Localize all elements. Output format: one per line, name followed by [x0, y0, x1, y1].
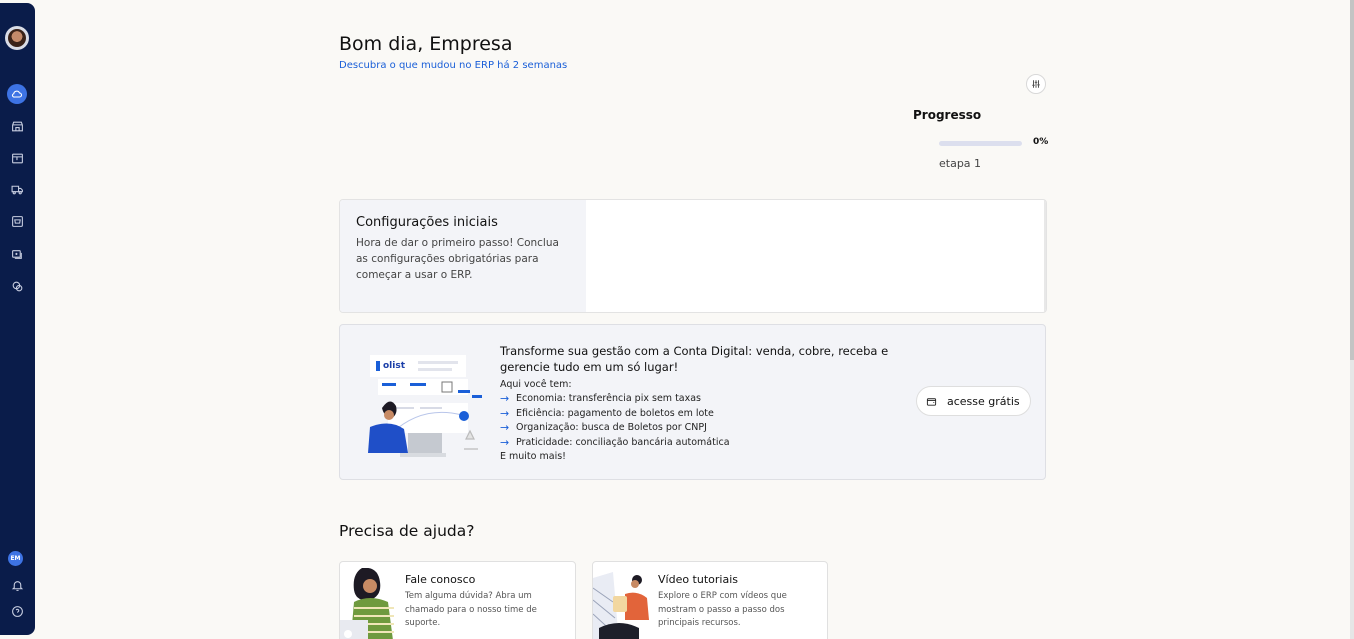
benefit-text: Eficiência: pagamento de boletos em lote — [516, 407, 714, 419]
promo-subtitle: Aqui você tem: — [500, 379, 572, 390]
sidebar-item-help[interactable] — [7, 601, 27, 621]
sidebar-item-accounts[interactable] — [7, 276, 27, 296]
sidebar-item-notifications[interactable] — [7, 575, 27, 595]
list-item: → Eficiência: pagamento de boletos em lot… — [500, 407, 900, 422]
bell-icon — [11, 580, 23, 591]
benefit-text: Economia: transferência pix sem taxas — [516, 393, 702, 404]
customize-button[interactable] — [1026, 74, 1046, 94]
video-tutorials-description: Explore o ERP com vídeos que mostram o p… — [658, 591, 787, 628]
progress-step: etapa 1 — [939, 157, 982, 170]
benefit-text: Praticidade: conciliação bancária automá… — [516, 436, 730, 448]
help-section-title: Precisa de ajuda? — [339, 522, 475, 540]
promo-content: Transforme sua gestão com a Conta Digita… — [500, 343, 900, 462]
store-icon — [11, 121, 23, 131]
promo-more: E muito mais! — [500, 451, 566, 462]
arrow-right-icon: → — [500, 435, 510, 449]
digital-account-illustration: olist — [368, 355, 482, 457]
progress-percent: 0% — [1033, 137, 1049, 147]
sidebar-item-products[interactable] — [7, 148, 27, 168]
list-item: → Organização: busca de Boletos por CNPJ — [500, 421, 900, 436]
free-access-button[interactable]: acesse grátis — [916, 386, 1031, 416]
arrow-right-icon: → — [500, 392, 510, 405]
progress-bar — [939, 141, 1022, 146]
video-tutorials-card[interactable]: Vídeo tutoriais Explore o ERP com vídeos… — [592, 561, 828, 639]
initial-config-intro: Configurações iniciais Hora de dar o pri… — [340, 200, 586, 312]
benefit-text: Organização: busca de Boletos por CNPJ — [516, 422, 707, 433]
initial-config-card: Configurações iniciais Hora de dar o pri… — [339, 199, 1047, 313]
digital-account-card: olist Transforme sua gestão com a Conta … — [339, 324, 1046, 480]
user-initials-badge[interactable]: EM — [8, 551, 23, 566]
contact-us-title: Fale conosco — [405, 573, 476, 586]
list-item: → Praticidade: conciliação bancária autom… — [500, 436, 900, 451]
promo-benefits: → Economia: transferência pix sem taxas →… — [500, 392, 900, 450]
user-avatar[interactable] — [5, 26, 29, 50]
sidebar-item-finance[interactable] — [7, 244, 27, 264]
promo-title: Transforme sua gestão com a Conta Digita… — [500, 344, 889, 374]
whats-new-link[interactable]: Descubra o que mudou no ERP há 2 semanas — [339, 60, 567, 71]
help-circle-icon — [11, 605, 23, 617]
sidebar-item-store[interactable] — [7, 116, 27, 136]
video-tutorials-illustration — [593, 572, 649, 639]
olist-logo: olist — [383, 361, 406, 371]
progress-title: Progresso — [913, 108, 982, 122]
sliders-icon — [1032, 80, 1040, 88]
wallet-icon — [926, 397, 937, 406]
initial-config-description: Hora de dar o primeiro passo! Conclua as… — [356, 237, 559, 281]
initial-config-title: Configurações iniciais — [356, 215, 498, 230]
page-scrollbar-thumb[interactable] — [1350, 0, 1354, 360]
contact-us-card[interactable]: Fale conosco Tem alguma dúvida? Abra um … — [339, 561, 576, 639]
config-scrollbar[interactable] — [1044, 200, 1046, 312]
arrow-right-icon: → — [500, 421, 510, 434]
sidebar: EM — [0, 3, 35, 635]
money-icon — [11, 249, 22, 259]
video-tutorials-body: Vídeo tutoriais Explore o ERP com vídeos… — [658, 573, 818, 631]
sidebar-item-orders[interactable] — [7, 211, 27, 231]
list-item: → Economia: transferência pix sem taxas — [500, 392, 900, 407]
coins-icon — [12, 281, 22, 291]
sidebar-item-shipping[interactable] — [7, 179, 27, 199]
avatar-photo — [8, 29, 26, 47]
sidebar-item-home[interactable] — [7, 84, 27, 104]
video-tutorials-title: Vídeo tutoriais — [658, 573, 738, 586]
page-title: Bom dia, Empresa — [339, 33, 513, 55]
cart-icon — [11, 215, 23, 227]
contact-us-body: Fale conosco Tem alguma dúvida? Abra um … — [405, 573, 565, 631]
page-scrollbar[interactable] — [1350, 0, 1354, 639]
arrow-right-icon: → — [500, 406, 510, 420]
home-cloud-icon — [11, 90, 23, 98]
support-agent-illustration — [340, 568, 398, 639]
box-icon — [11, 153, 23, 163]
free-access-label: acesse grátis — [947, 394, 1020, 408]
contact-us-description: Tem alguma dúvida? Abra um chamado para … — [405, 591, 537, 628]
truck-icon — [11, 185, 23, 194]
